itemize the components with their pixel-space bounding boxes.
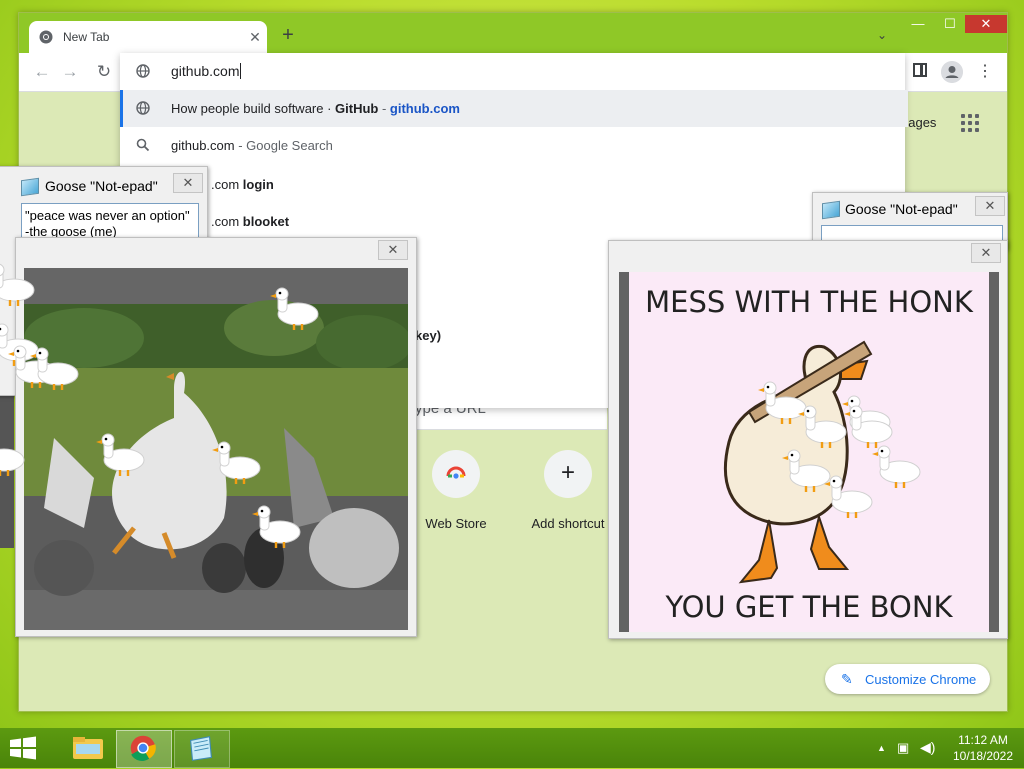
taskbar-chrome[interactable] <box>116 730 172 768</box>
address-bar[interactable]: github.com <box>120 53 905 90</box>
goose-sprite-icon <box>0 448 25 476</box>
image-close-button[interactable]: ✕ <box>971 243 1001 263</box>
suggestion-bold: blooket <box>242 214 290 229</box>
notepad-close-button[interactable]: ✕ <box>173 173 203 193</box>
volume-icon[interactable]: ◀) <box>920 739 935 756</box>
taskbar-notepad[interactable] <box>174 730 230 768</box>
tab-close-icon[interactable]: ✕ <box>245 27 265 47</box>
note-line: "peace was never an option" <box>25 208 190 223</box>
taskbar-file-explorer[interactable] <box>60 730 114 766</box>
address-bar-value: github.com <box>171 63 240 79</box>
windows-start-icon[interactable] <box>8 736 38 760</box>
plus-icon: + <box>544 450 592 498</box>
suggestion-bold: key) <box>415 328 442 343</box>
globe-icon <box>136 101 150 115</box>
network-icon[interactable]: ▣ <box>897 740 909 756</box>
meme-top-text: MESS WITH THE HONK <box>645 285 974 319</box>
chrome-favicon-icon <box>39 30 53 44</box>
clock-date[interactable]: 10/18/2022 <box>948 749 1018 763</box>
globe-icon <box>136 64 150 78</box>
notepad-close-button[interactable]: ✕ <box>975 196 1005 216</box>
suggestion-github[interactable]: How people build software · GitHub - git… <box>120 90 908 127</box>
text-caret <box>240 63 242 79</box>
goose-sprite-icon <box>844 405 893 448</box>
suggestion-prefix: .com <box>211 177 243 192</box>
suggestion-bold: login <box>242 177 274 192</box>
suggestion-blooket[interactable]: .com blooket <box>120 201 905 238</box>
web-store-icon <box>432 450 480 498</box>
goose-sprite-icon <box>212 441 261 484</box>
notepad-icon <box>822 200 840 220</box>
clock-time[interactable]: 11:12 AM <box>952 733 1014 747</box>
maximize-button[interactable]: ☐ <box>935 15 965 33</box>
apps-grid-icon[interactable] <box>961 114 981 134</box>
goose-sprite-icon <box>824 475 873 518</box>
forward-button[interactable]: → <box>59 61 81 83</box>
suggestion-google-search[interactable]: github.com - Google Search <box>120 127 905 164</box>
taskbar: ▲ ▣ ◀) 11:12 AM 10/18/2022 <box>0 728 1024 768</box>
notepad-title: Goose "Not-epad" <box>845 201 958 217</box>
goose-sprite-icon <box>0 263 35 306</box>
tab-new-tab[interactable]: New Tab ✕ <box>29 21 267 53</box>
tray-overflow-icon[interactable]: ▲ <box>877 743 886 753</box>
goose-sprite-icon <box>252 505 301 548</box>
tab-title: New Tab <box>63 30 110 44</box>
customize-label: Customize Chrome <box>865 672 977 687</box>
chrome-icon <box>130 735 156 761</box>
side-panel-icon[interactable] <box>913 63 927 77</box>
search-icon <box>136 138 150 152</box>
new-tab-button[interactable]: + <box>277 25 299 47</box>
suggestion-query: github.com <box>171 138 235 153</box>
suggestion-login[interactable]: .com login <box>120 164 905 201</box>
reload-button[interactable]: ↻ <box>93 61 115 83</box>
goose-sprite-icon <box>270 287 319 330</box>
suggestion-separator: - <box>378 101 390 116</box>
notepad-title: Goose "Not-epad" <box>45 178 158 194</box>
suggestion-url: github.com <box>389 101 460 116</box>
image-close-button[interactable]: ✕ <box>378 240 408 260</box>
suggestion-prefix: .com <box>211 214 243 229</box>
customize-chrome-button[interactable]: ✎ Customize Chrome <box>825 664 990 694</box>
tab-strip: New Tab ✕ + ⌄ — ☐ ✕ <box>19 13 1007 53</box>
pencil-icon: ✎ <box>841 671 853 687</box>
file-explorer-icon <box>73 737 103 759</box>
suggestion-title-bold: GitHub <box>335 101 379 116</box>
meme-bottom-text: YOU GET THE BONK <box>664 590 953 624</box>
suggestion-title: How people build software · <box>171 101 336 116</box>
profile-avatar-icon[interactable] <box>941 61 963 83</box>
tab-search-icon[interactable]: ⌄ <box>877 28 887 42</box>
goose-sprite-icon <box>96 433 145 476</box>
goose-sprite-icon <box>30 347 79 390</box>
close-window-button[interactable]: ✕ <box>965 15 1007 33</box>
menu-kebab-icon[interactable]: ⋮ <box>977 61 993 81</box>
notepad-icon <box>21 177 39 197</box>
notepad-icon <box>189 735 213 761</box>
suggestion-suffix: - Google Search <box>234 138 333 153</box>
back-button[interactable]: ← <box>31 61 53 83</box>
minimize-button[interactable]: — <box>903 15 933 33</box>
